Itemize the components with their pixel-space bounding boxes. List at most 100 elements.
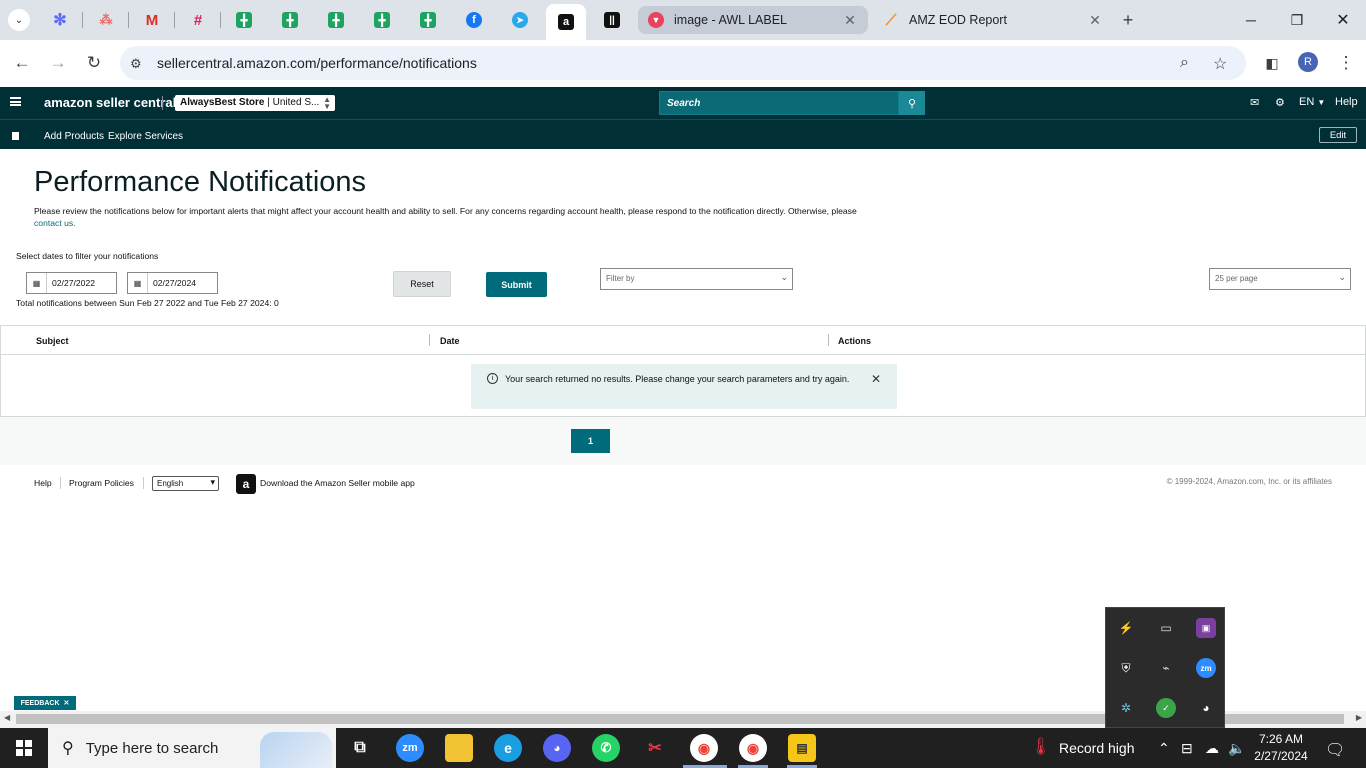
search-icon[interactable]: ⚲ [899,91,925,115]
display-tray-icon[interactable]: ▭ [1156,618,1176,638]
thermometer-icon[interactable]: 🌡 [1030,737,1052,757]
pinned-tab[interactable]: || [597,6,627,34]
column-subject[interactable]: Subject [36,336,69,346]
language-selector[interactable]: EN ▼ [1299,96,1325,108]
column-actions[interactable]: Actions [838,336,871,346]
calendar-icon[interactable]: ▦ [27,273,47,293]
profile-avatar[interactable]: R [1298,52,1318,72]
address-bar[interactable]: ⚙ sellercentral.amazon.com/performance/n… [120,46,1246,80]
reload-icon[interactable]: ↻ [80,50,108,76]
edge-browser-icon[interactable]: e [494,734,522,762]
close-icon[interactable]: ✕ [64,699,70,707]
back-arrow-icon[interactable]: ← [8,50,36,76]
restore-icon[interactable]: ❐ [1274,8,1320,32]
feedback-button[interactable]: FEEDBACK ✕ [14,696,76,710]
footer-help-link[interactable]: Help [34,478,52,488]
bookmark-icon[interactable] [12,132,19,140]
pinned-tab[interactable]: ╋ [367,6,397,34]
gear-icon[interactable]: ⚙ [1275,96,1285,109]
scroll-left-arrow-icon[interactable]: ◀ [4,713,10,722]
weather-text[interactable]: Record high [1059,740,1135,756]
zoom-magnifier-icon[interactable]: ⌕ [1180,54,1189,72]
window-close-icon[interactable]: ✕ [1320,8,1366,32]
date-to-field[interactable]: ▦ 02/27/2024 [127,272,218,294]
minimize-icon[interactable]: ─ [1228,8,1274,32]
tray-expand-chevron-icon[interactable]: ⌃ [1158,740,1170,757]
close-icon[interactable]: ✕ [871,373,881,385]
zoom-app-icon[interactable]: zm [396,734,424,762]
snipping-tool-icon[interactable]: ✂ [641,734,669,762]
forward-arrow-icon[interactable]: → [44,50,72,76]
browser-menu-icon[interactable]: ⋮ [1332,50,1360,76]
pinned-tab[interactable]: ╋ [229,6,259,34]
tab-separator [220,12,221,28]
close-icon[interactable]: ✕ [1087,12,1103,29]
pinned-tab[interactable]: ╋ [321,6,351,34]
nav-add-products[interactable]: Add Products [44,131,104,142]
satellite-tray-icon[interactable]: ⌁ [1156,658,1176,678]
date-from-field[interactable]: ▦ 02/27/2022 [26,272,117,294]
start-button[interactable] [0,728,48,768]
pinned-tab[interactable]: # [183,6,213,34]
tab-awl-label[interactable]: ▼ image - AWL LABEL ✕ [638,6,868,34]
file-explorer-icon[interactable] [445,734,473,762]
filter-by-dropdown[interactable]: Filter by ⌄ [600,268,793,290]
pinned-tab[interactable]: ╋ [413,6,443,34]
chrome-icon[interactable]: ◉ [690,734,718,762]
app-download-link[interactable]: Download the Amazon Seller mobile app [260,478,415,488]
volume-icon[interactable]: 🔈 [1228,740,1245,757]
store-selector[interactable]: AlwaysBest Store | United S... ▲ ▼ [175,95,335,111]
tab-search-button[interactable]: ⌄ [6,8,32,32]
check-tray-icon[interactable]: ✓ [1156,698,1176,718]
system-clock[interactable]: 7:26 AM 2/27/2024 [1246,731,1316,765]
submit-button[interactable]: Submit [486,272,547,297]
antivirus-tray-icon[interactable]: ⚡ [1116,618,1136,638]
whatsapp-icon[interactable]: ✆ [592,734,620,762]
pinned-tab-active[interactable]: a [546,4,586,40]
pinned-tab[interactable]: f [459,6,489,34]
task-view-icon[interactable]: ⧉ [346,734,374,762]
nav-explore-services[interactable]: Explore Services [108,131,183,142]
cloud-offline-icon[interactable]: ☁ [1205,740,1219,757]
reset-button[interactable]: Reset [393,271,451,297]
page-number-button[interactable]: 1 [571,429,610,453]
contact-us-link[interactable]: contact us. [34,218,76,228]
pinned-tab[interactable]: ➤ [505,6,535,34]
site-settings-icon[interactable]: ⚙ [130,56,142,72]
discord-tray-icon[interactable]: ◕ [1196,698,1216,718]
discord-app-icon[interactable]: ◕ [543,734,571,762]
taskbar-search[interactable]: ⚲ Type here to search [48,728,336,768]
seller-central-logo[interactable]: amazon seller central [44,95,176,110]
scroll-right-arrow-icon[interactable]: ▶ [1356,713,1362,722]
zoom-tray-icon[interactable]: zm [1196,658,1216,678]
url-text[interactable]: sellercentral.amazon.com/performance/not… [157,55,477,71]
mail-icon[interactable]: ✉ [1250,96,1259,109]
pinned-tab[interactable]: M [137,6,167,34]
per-page-dropdown[interactable]: 25 per page ⌄ [1209,268,1351,290]
bookmark-star-icon[interactable]: ☆ [1213,54,1227,74]
side-panel-icon[interactable]: ◧ [1258,50,1286,76]
hamburger-menu-icon[interactable] [10,97,21,106]
notifications-icon[interactable]: 🗨 [1325,740,1345,760]
tab-amz-eod-report[interactable]: ⟋ AMZ EOD Report ✕ [873,6,1113,34]
pinned-tab[interactable]: ╋ [275,6,305,34]
footer-language-select[interactable]: English ▾ [152,476,219,491]
column-date[interactable]: Date [440,336,460,346]
pinned-tab[interactable]: ✻ [45,6,75,34]
clock-time: 7:26 AM [1258,732,1304,746]
pinned-tab[interactable]: ⁂ [91,6,121,34]
calendar-icon[interactable]: ▦ [128,273,148,293]
new-tab-plus-icon[interactable]: + [1115,8,1141,32]
seller-search-input[interactable]: Search [659,91,899,115]
sticky-notes-icon[interactable]: ▤ [788,734,816,762]
program-policies-link[interactable]: Program Policies [69,478,134,488]
close-icon[interactable]: ✕ [842,12,858,29]
help-link[interactable]: Help [1335,96,1358,108]
network-icon[interactable]: ⊟ [1181,740,1193,757]
security-shield-icon[interactable]: ⛨ [1116,658,1136,678]
app-tray-icon[interactable]: ▣ [1196,618,1216,638]
slack-tray-icon[interactable]: ✲ [1116,698,1136,718]
edit-button[interactable]: Edit [1319,127,1357,143]
chrome-profile-icon[interactable]: ◉ [739,734,767,762]
amazon-app-icon[interactable]: a [236,474,256,494]
